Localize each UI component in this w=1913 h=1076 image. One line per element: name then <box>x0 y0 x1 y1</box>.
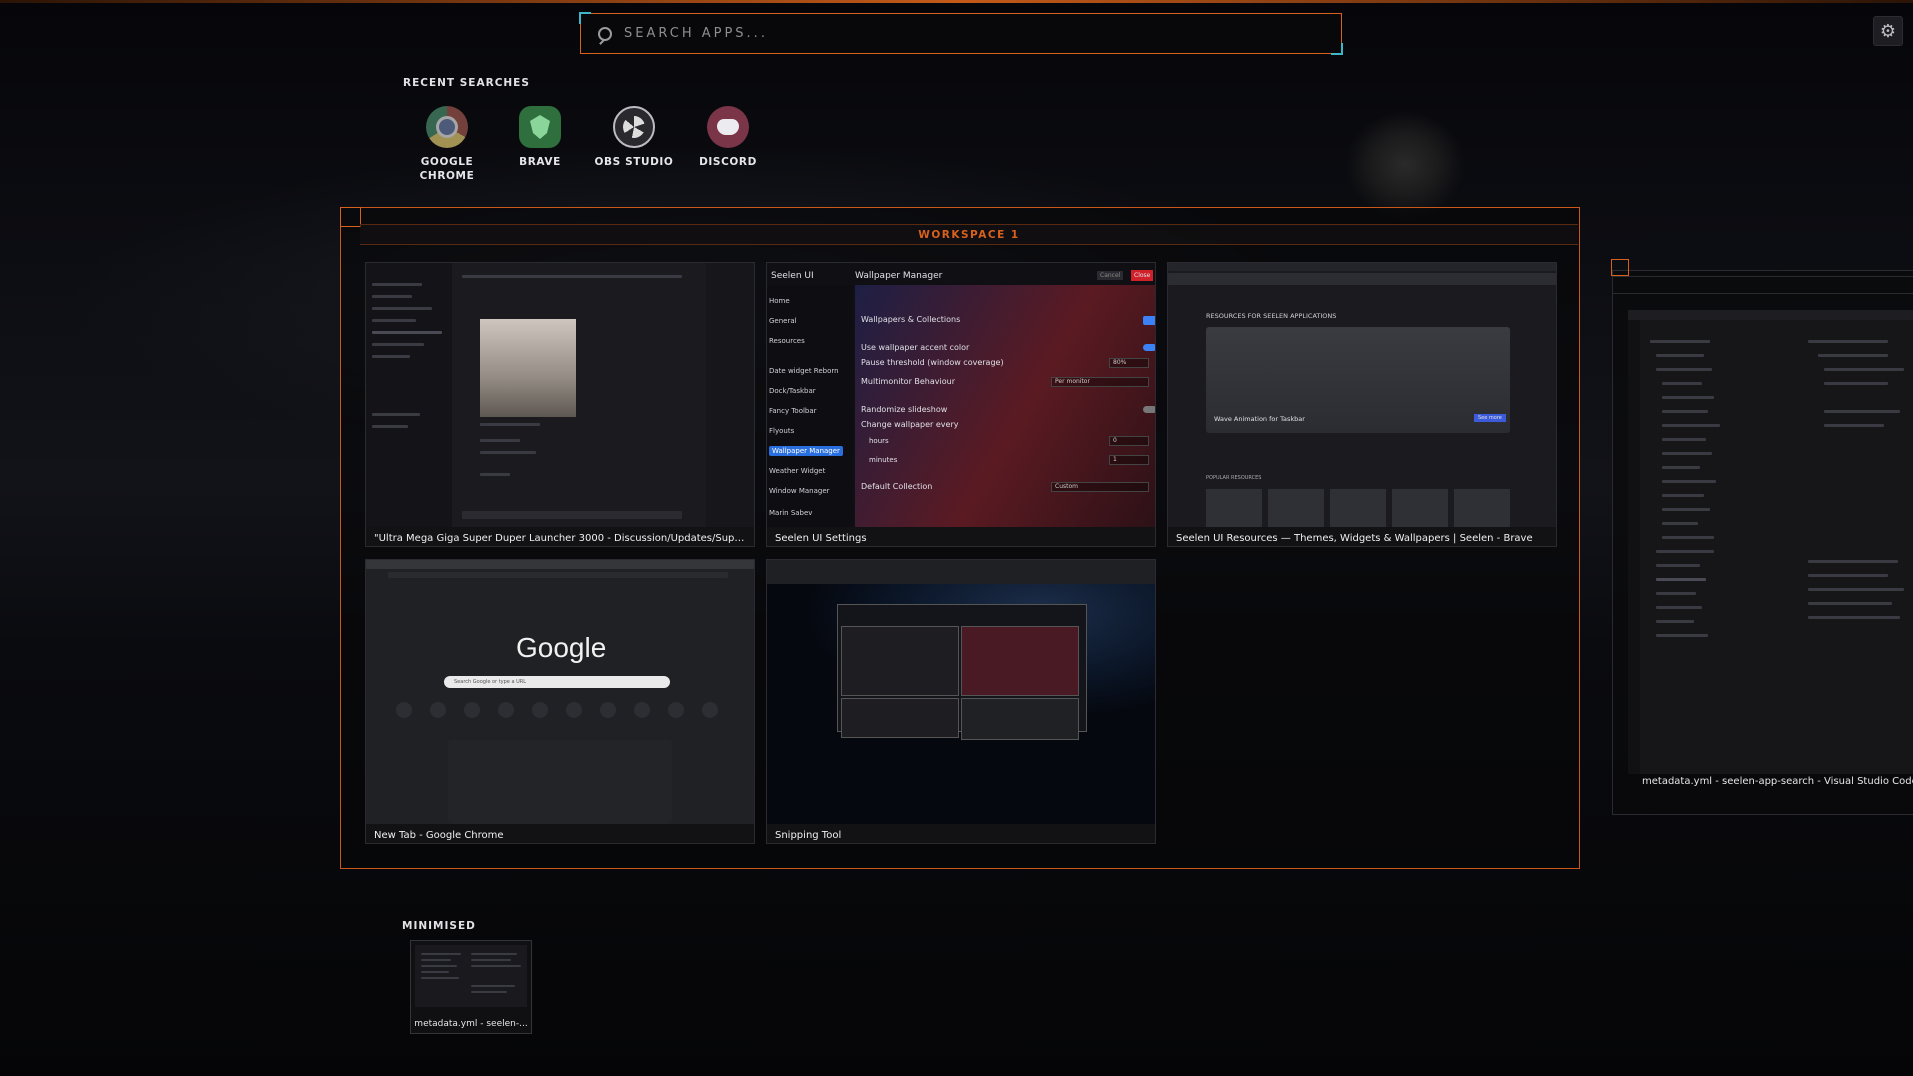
window-title: metadata.yml - seelen-app-search - Visua… <box>1642 776 1913 787</box>
workspace-2-corner-marker <box>1611 259 1629 276</box>
window-title: "Ultra Mega Giga Super Duper Launcher 30… <box>374 533 748 544</box>
search-input[interactable] <box>624 26 1274 41</box>
search-icon <box>598 26 612 41</box>
obs-icon <box>613 106 655 148</box>
recent-app-label: GOOGLE CHROME <box>419 156 475 182</box>
gear-icon: ⚙ <box>1879 20 1897 42</box>
minimised-title: MINIMISED <box>402 920 476 932</box>
workspace-corner-marker <box>340 207 361 227</box>
window-title: Seelen UI Resources — Themes, Widgets & … <box>1176 533 1533 544</box>
discord-icon <box>707 106 749 148</box>
window-thumbnail: Google Search Google or type a URL <box>366 560 754 824</box>
window-vscode-thumbnail[interactable] <box>1628 310 1913 774</box>
window-thumbnail: Seelen UI Wallpaper Manager Cancel Close… <box>767 263 1155 527</box>
window-thumbnail <box>366 263 754 527</box>
minimised-window-label: metadata.yml - seelen-... <box>414 1019 528 1029</box>
recent-app-obs-studio[interactable]: OBS STUDIO <box>589 106 679 169</box>
recent-app-google-chrome[interactable]: GOOGLE CHROME <box>402 106 492 183</box>
window-thumbnail <box>767 560 1155 824</box>
recent-app-label: BRAVE <box>519 156 561 168</box>
window-seelen-settings[interactable]: Seelen UI Wallpaper Manager Cancel Close… <box>766 262 1156 547</box>
settings-button[interactable]: ⚙ <box>1873 16 1903 46</box>
workspace-2-title-bar <box>1612 276 1913 294</box>
chrome-icon <box>426 106 468 148</box>
recent-app-brave[interactable]: BRAVE <box>495 106 585 169</box>
google-logo: Google <box>516 632 607 663</box>
window-snipping-tool[interactable]: Snipping Tool <box>766 559 1156 844</box>
recent-searches-title: RECENT SEARCHES <box>403 77 530 89</box>
minimised-window-vscode[interactable]: metadata.yml - seelen-... <box>410 940 532 1034</box>
top-accent-line <box>0 0 1913 3</box>
window-title: New Tab - Google Chrome <box>374 830 504 841</box>
recent-app-label: OBS STUDIO <box>594 156 674 168</box>
window-title: Snipping Tool <box>775 830 842 841</box>
window-title: Seelen UI Settings <box>775 533 867 544</box>
workspace-title: WORKSPACE 1 <box>360 224 1578 245</box>
window-brave[interactable]: RESOURCES FOR SEELEN APPLICATIONS Wave A… <box>1167 262 1557 547</box>
window-discord[interactable]: "Ultra Mega Giga Super Duper Launcher 30… <box>365 262 755 547</box>
chat-image <box>480 319 576 417</box>
window-chrome[interactable]: Google Search Google or type a URL New T… <box>365 559 755 844</box>
window-thumbnail: RESOURCES FOR SEELEN APPLICATIONS Wave A… <box>1168 263 1556 527</box>
search-bar[interactable] <box>579 12 1343 55</box>
recent-app-discord[interactable]: DISCORD <box>683 106 773 169</box>
window-thumbnail <box>415 945 527 1007</box>
brave-icon <box>519 106 561 148</box>
recent-app-label: DISCORD <box>699 156 757 168</box>
chrome-search-box: Search Google or type a URL <box>444 676 670 688</box>
